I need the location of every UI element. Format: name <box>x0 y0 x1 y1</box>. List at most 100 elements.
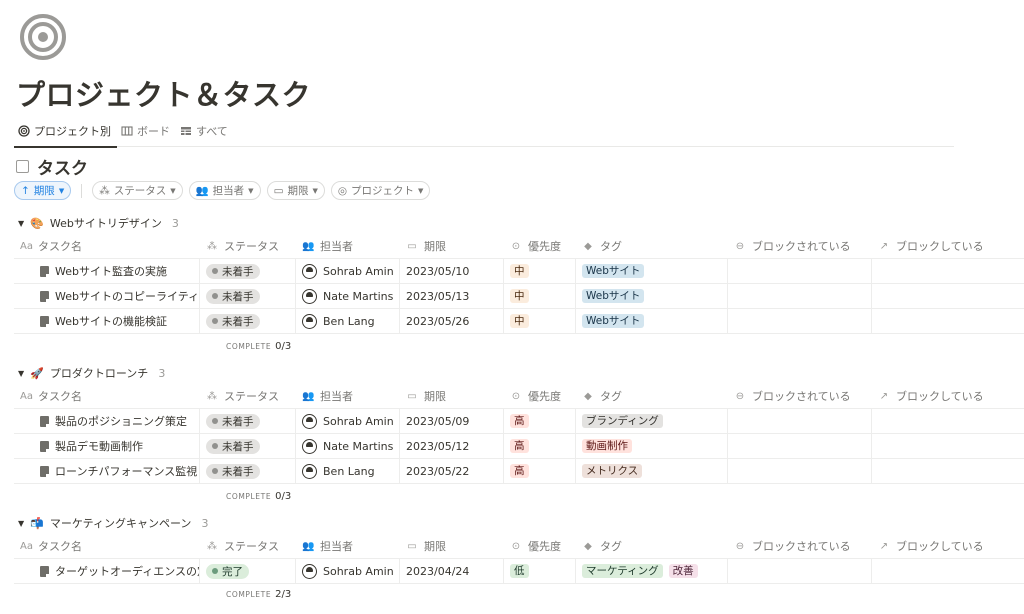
group-header[interactable]: ▼ 🎨 Webサイトリデザイン 3 <box>14 212 1024 234</box>
col-status[interactable]: ⁂ ステータス <box>200 384 296 408</box>
blocked-by-cell[interactable] <box>728 259 872 283</box>
blocking-cell[interactable] <box>872 259 1016 283</box>
table-row[interactable]: 製品のポジショニング策定 未着手 Sohrab Amin 2023/05/09 … <box>14 409 1024 434</box>
col-tags[interactable]: ◆ タグ <box>576 234 728 258</box>
priority-badge[interactable]: 中 <box>510 289 529 303</box>
complete-summary[interactable]: COMPLETE 0/3 <box>14 334 1024 358</box>
priority-badge[interactable]: 高 <box>510 414 529 428</box>
blocking-cell[interactable] <box>872 559 1016 583</box>
tab-by-project[interactable]: プロジェクト別 <box>14 122 117 148</box>
page-icon <box>40 565 49 577</box>
priority-badge[interactable]: 高 <box>510 464 529 478</box>
filter-due[interactable]: ▭ 期限 ▼ <box>266 181 325 200</box>
tag-badge[interactable]: ブランディング <box>582 414 663 428</box>
table-row[interactable]: Webサイト監査の実施 未着手 Sohrab Amin 2023/05/10 中… <box>14 259 1024 284</box>
blocked-by-cell[interactable] <box>728 309 872 333</box>
tag-badge[interactable]: 動画制作 <box>582 439 632 453</box>
col-blocking[interactable]: ↗ ブロックしている <box>872 384 1016 408</box>
sort-chip[interactable]: ↑ 期限 ▼ <box>14 181 72 200</box>
blocking-cell[interactable] <box>872 284 1016 308</box>
task-name[interactable]: ターゲットオーディエンスの定義 <box>55 563 199 579</box>
col-priority[interactable]: ⊙ 優先度 <box>504 384 576 408</box>
group-header[interactable]: ▼ 🚀 プロダクトローンチ 3 <box>14 362 1024 384</box>
filter-status[interactable]: ⁂ ステータス ▼ <box>92 181 183 200</box>
col-assignee[interactable]: 👥 担当者 <box>296 384 400 408</box>
complete-summary[interactable]: COMPLETE 2/3 <box>14 584 1024 604</box>
table-row[interactable]: ローンチパフォーマンス監視 未着手 Ben Lang 2023/05/22 高 … <box>14 459 1024 484</box>
col-tags[interactable]: ◆ タグ <box>576 534 728 558</box>
tab-board[interactable]: ボード <box>117 122 176 146</box>
tag-badge[interactable]: Webサイト <box>582 289 645 303</box>
table-row[interactable]: 製品デモ動画制作 未着手 Nate Martins 2023/05/12 高 動… <box>14 434 1024 459</box>
col-assignee[interactable]: 👥 担当者 <box>296 234 400 258</box>
status-badge[interactable]: 未着手 <box>206 438 260 454</box>
tag-badge[interactable]: マーケティング <box>582 564 663 578</box>
priority-badge[interactable]: 低 <box>510 564 529 578</box>
complete-fraction: 0/3 <box>275 490 292 502</box>
status-badge[interactable]: 未着手 <box>206 288 260 304</box>
col-due[interactable]: ▭ 期限 <box>400 234 504 258</box>
blocking-cell[interactable] <box>872 309 1016 333</box>
blocked-by-cell[interactable] <box>728 284 872 308</box>
task-name[interactable]: 製品のポジショニング策定 <box>55 413 187 429</box>
task-name[interactable]: 製品デモ動画制作 <box>55 438 143 454</box>
col-due[interactable]: ▭ 期限 <box>400 534 504 558</box>
blocked-by-cell[interactable] <box>728 559 872 583</box>
status-badge[interactable]: 未着手 <box>206 413 260 429</box>
task-name[interactable]: ローンチパフォーマンス監視 <box>55 463 197 479</box>
tag-badge[interactable]: メトリクス <box>582 464 643 478</box>
blocked-by-cell[interactable] <box>728 459 872 483</box>
col-blocked-by[interactable]: ⊖ ブロックされている <box>728 534 872 558</box>
tag-badge[interactable]: Webサイト <box>582 314 645 328</box>
blocking-cell[interactable] <box>872 459 1016 483</box>
task-name[interactable]: Webサイト監査の実施 <box>55 263 167 279</box>
table-row[interactable]: Webサイトの機能検証 未着手 Ben Lang 2023/05/26 中 We… <box>14 309 1024 334</box>
col-tags[interactable]: ◆ タグ <box>576 384 728 408</box>
col-blocking[interactable]: ↗ ブロックしている <box>872 534 1016 558</box>
table-row[interactable]: Webサイトのコピーライティング 未着手 Nate Martins 2023/0… <box>14 284 1024 309</box>
blocking-cell[interactable] <box>872 434 1016 458</box>
col-blocked-by[interactable]: ⊖ ブロックされている <box>728 384 872 408</box>
chevron-circle-icon: ⊙ <box>511 390 521 402</box>
status-badge[interactable]: 未着手 <box>206 463 260 479</box>
col-priority[interactable]: ⊙ 優先度 <box>504 534 576 558</box>
database-title[interactable]: タスク <box>16 154 88 179</box>
col-label: ステータス <box>224 390 279 403</box>
complete-summary[interactable]: COMPLETE 0/3 <box>14 484 1024 508</box>
status-badge[interactable]: 未着手 <box>206 313 260 329</box>
col-blocked-by[interactable]: ⊖ ブロックされている <box>728 234 872 258</box>
col-status[interactable]: ⁂ ステータス <box>200 234 296 258</box>
target-icon[interactable] <box>20 14 66 60</box>
table-row[interactable]: ターゲットオーディエンスの定義 完了 Sohrab Amin 2023/04/2… <box>14 559 1024 584</box>
priority-badge[interactable]: 中 <box>510 264 529 278</box>
blocked-by-cell[interactable] <box>728 434 872 458</box>
status-badge[interactable]: 完了 <box>206 563 249 579</box>
blocking-cell[interactable] <box>872 409 1016 433</box>
tag-badge[interactable]: Webサイト <box>582 264 645 278</box>
col-due[interactable]: ▭ 期限 <box>400 384 504 408</box>
tag-badge[interactable]: 改善 <box>668 564 698 578</box>
col-blocking[interactable]: ↗ ブロックしている <box>872 234 1016 258</box>
toggle-triangle-icon[interactable]: ▼ <box>18 519 24 528</box>
task-name[interactable]: Webサイトの機能検証 <box>55 313 167 329</box>
col-assignee[interactable]: 👥 担当者 <box>296 534 400 558</box>
task-name[interactable]: Webサイトのコピーライティング <box>55 288 199 304</box>
blocked-by-cell[interactable] <box>728 409 872 433</box>
col-name[interactable]: Aa タスク名 <box>14 384 200 408</box>
status-badge[interactable]: 未着手 <box>206 263 260 279</box>
toggle-triangle-icon[interactable]: ▼ <box>18 369 24 378</box>
filter-assignee[interactable]: 👥 担当者 ▼ <box>188 181 261 200</box>
tab-all[interactable]: すべて <box>176 122 234 146</box>
toggle-triangle-icon[interactable]: ▼ <box>18 219 24 228</box>
priority-badge[interactable]: 中 <box>510 314 529 328</box>
col-status[interactable]: ⁂ ステータス <box>200 534 296 558</box>
status-dot-icon <box>212 293 218 299</box>
minus-circle-icon: ⊖ <box>735 240 745 252</box>
priority-badge[interactable]: 高 <box>510 439 529 453</box>
col-name[interactable]: Aa タスク名 <box>14 534 200 558</box>
filter-project[interactable]: ◎ プロジェクト ▼ <box>330 181 431 200</box>
calendar-icon: ▭ <box>407 240 417 252</box>
col-priority[interactable]: ⊙ 優先度 <box>504 234 576 258</box>
col-name[interactable]: Aa タスク名 <box>14 234 200 258</box>
group-header[interactable]: ▼ 📬 マーケティングキャンペーン 3 <box>14 512 1024 534</box>
